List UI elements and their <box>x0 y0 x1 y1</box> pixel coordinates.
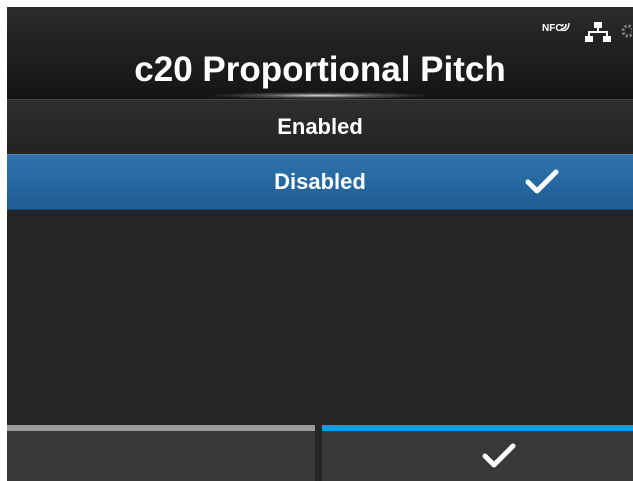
printer-screen: c20 Proportional Pitch NFC Enabled Disab… <box>7 7 633 481</box>
nfc-waves-icon <box>560 22 570 31</box>
option-disabled[interactable]: Disabled <box>7 154 633 210</box>
option-enabled[interactable]: Enabled <box>7 99 633 154</box>
option-disabled-label: Disabled <box>274 169 366 194</box>
softkey-left[interactable] <box>7 425 315 481</box>
option-list: Enabled Disabled <box>7 99 633 210</box>
checkmark-icon <box>525 169 559 194</box>
title-bar: c20 Proportional Pitch NFC <box>7 7 633 99</box>
page-title: c20 Proportional Pitch <box>134 50 506 89</box>
checkmark-icon <box>482 443 516 468</box>
title-underline-glow <box>207 92 433 99</box>
network-icon <box>585 22 611 42</box>
option-enabled-label: Enabled <box>277 114 363 139</box>
gear-icon <box>621 24 632 38</box>
softkey-confirm[interactable] <box>322 425 633 481</box>
